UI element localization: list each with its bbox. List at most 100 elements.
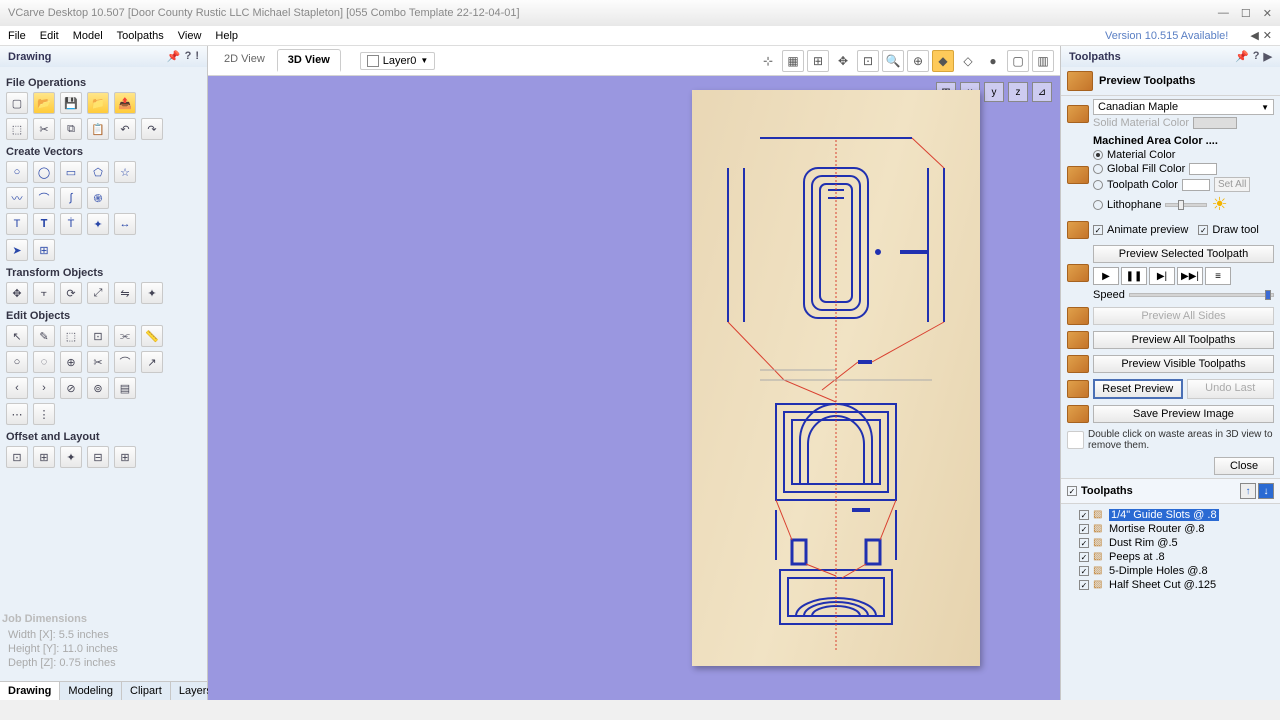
multi-icon[interactable]: ▥ [1032,50,1054,72]
move-icon[interactable]: ✥ [6,282,28,304]
pin-icon[interactable]: 📌 [1235,50,1249,63]
measure-icon[interactable]: 📏 [141,325,163,347]
close-button[interactable]: Close [1214,457,1274,475]
single-icon[interactable]: ▢ [1007,50,1029,72]
help-icon[interactable]: ? [1253,50,1260,63]
distort-icon[interactable]: ✦ [141,282,163,304]
info-icon[interactable]: ! [195,50,199,63]
toolpaths-master-checkbox[interactable]: ✓ [1067,486,1077,496]
axis-y-icon[interactable]: y [984,82,1004,102]
misc1-icon[interactable]: ⋯ [6,403,28,425]
wire-icon[interactable]: ◇ [957,50,979,72]
trim-icon[interactable]: ✂ [87,351,109,373]
bool-icon[interactable]: ⊘ [60,377,82,399]
view-move-icon[interactable]: ✥ [832,50,854,72]
layer-tool-icon[interactable]: ▤ [114,377,136,399]
misc2-icon[interactable]: ⋮ [33,403,55,425]
rotate-icon[interactable]: ⟳ [60,282,82,304]
move-up-icon[interactable]: ↑ [1240,483,1256,499]
toolpath-item[interactable]: ✓▧1/4" Guide Slots @ .8 [1079,508,1274,522]
export-icon[interactable]: 📤 [114,92,136,114]
array-icon[interactable]: ⊚ [87,377,109,399]
toolpath-swatch[interactable] [1182,179,1210,191]
select-icon[interactable]: ↖ [6,325,28,347]
grid-toggle-icon[interactable]: ⊞ [807,50,829,72]
checkbox-animate[interactable]: ✓ [1093,225,1103,235]
open-vector-icon[interactable]: ◌ [33,351,55,373]
collapse-icon[interactable]: ▶ [1264,50,1272,63]
global-fill-swatch[interactable] [1189,163,1217,175]
offset-icon[interactable]: ⊡ [6,446,28,468]
pause-button[interactable]: ❚❚ [1121,267,1147,285]
radio-global-fill[interactable] [1093,164,1103,174]
offset-out-icon[interactable]: › [33,377,55,399]
circle-icon[interactable]: ○ [6,161,28,183]
layer-dropdown[interactable]: Layer0 ▼ [360,52,436,70]
shade-icon[interactable]: ◆ [932,50,954,72]
toolpath-item[interactable]: ✓▧Mortise Router @.8 [1079,522,1274,536]
maximize-icon[interactable]: ☐ [1241,7,1251,20]
target-icon[interactable]: ⊕ [907,50,929,72]
toolpath-item[interactable]: ✓▧Peeps at .8 [1079,550,1274,564]
speed-slider[interactable] [1129,293,1274,297]
pin-icon[interactable]: 📌 [167,50,181,63]
offset-in-icon[interactable]: ‹ [6,377,28,399]
fit-view-icon[interactable]: ⊡ [857,50,879,72]
new-file-icon[interactable]: ▢ [6,92,28,114]
polygon-icon[interactable]: ⬠ [87,161,109,183]
zoom-icon[interactable]: 🔍 [882,50,904,72]
radio-lithophane[interactable] [1093,200,1103,210]
copy-icon[interactable]: ⧉ [60,118,82,140]
dimension-icon[interactable]: ↔ [114,213,136,235]
arc-icon[interactable]: ⌒ [33,187,55,209]
sphere-icon[interactable]: ● [982,50,1004,72]
axis-z-icon[interactable]: z [1008,82,1028,102]
paste-icon[interactable]: 📋 [87,118,109,140]
ellipse-icon[interactable]: ◯ [33,161,55,183]
3d-viewport[interactable]: ▦ x y z ⊿ [208,76,1060,700]
toolpath-checkbox[interactable]: ✓ [1079,524,1089,534]
job-setup-icon[interactable]: ⬚ [6,118,28,140]
redo-icon[interactable]: ↷ [141,118,163,140]
perspective-icon[interactable]: ▦ [782,50,804,72]
save-preview-image-button[interactable]: Save Preview Image [1093,405,1274,423]
menu-toolpaths[interactable]: Toolpaths [117,30,164,42]
undo-icon[interactable]: ↶ [114,118,136,140]
ff-button[interactable]: ▶▶| [1177,267,1203,285]
node-edit-icon[interactable]: ✎ [33,325,55,347]
solid-color-swatch[interactable] [1193,117,1237,129]
menu-model[interactable]: Model [73,30,103,42]
align-icon[interactable]: ⫟ [33,282,55,304]
collapse-icon[interactable]: ◀ [1250,29,1258,42]
join-icon[interactable]: ⫘ [114,325,136,347]
rectangle-icon[interactable]: ▭ [60,161,82,183]
trace-icon[interactable]: ✦ [87,213,109,235]
menu-view[interactable]: View [178,30,202,42]
toolpath-checkbox[interactable]: ✓ [1079,580,1089,590]
ungroup-icon[interactable]: ⊡ [87,325,109,347]
toolpath-checkbox[interactable]: ✓ [1079,552,1089,562]
axis-iso-icon[interactable]: ⊿ [1032,82,1052,102]
tab-2d-view[interactable]: 2D View [214,49,275,72]
close-vector-icon[interactable]: ○ [6,351,28,373]
polyline-icon[interactable]: 〰 [6,187,28,209]
tab-clipart[interactable]: Clipart [122,682,171,700]
preview-all-button[interactable]: Preview All Toolpaths [1093,331,1274,349]
vector-icon[interactable]: ➤ [6,239,28,261]
save-icon[interactable]: 💾 [60,92,82,114]
minimize-icon[interactable]: — [1218,7,1229,20]
fit-icon[interactable]: ⊞ [33,239,55,261]
tab-3d-view[interactable]: 3D View [277,49,341,72]
preview-visible-button[interactable]: Preview Visible Toolpaths [1093,355,1274,373]
move-down-icon[interactable]: ↓ [1258,483,1274,499]
group-icon[interactable]: ⬚ [60,325,82,347]
toolpath-checkbox[interactable]: ✓ [1079,510,1089,520]
weld-icon[interactable]: ⊕ [60,351,82,373]
toolpath-item[interactable]: ✓▧5-Dimple Holes @.8 [1079,564,1274,578]
scale-icon[interactable]: ⤢ [87,282,109,304]
play-button[interactable]: ▶ [1093,267,1119,285]
version-available-link[interactable]: Version 10.515 Available! [1105,30,1228,42]
tab-drawing[interactable]: Drawing [0,682,60,700]
material-dropdown[interactable]: Canadian Maple ▼ [1093,99,1274,115]
plate-icon[interactable]: ⊟ [87,446,109,468]
